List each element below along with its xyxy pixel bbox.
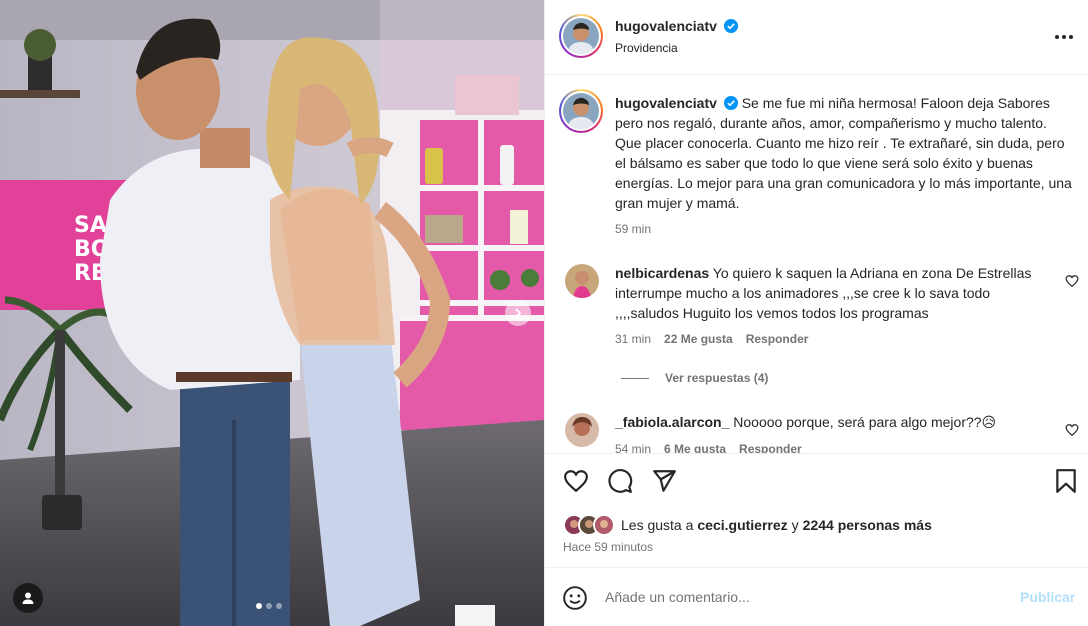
chevron-right-icon — [515, 308, 522, 318]
carousel-dot — [276, 603, 282, 609]
comment-like-heart-icon[interactable] — [1065, 274, 1079, 288]
avatar-image — [563, 93, 599, 129]
reply-button[interactable]: Responder — [746, 332, 809, 346]
view-replies-line — [621, 377, 649, 379]
carousel-dot — [266, 603, 272, 609]
avatar-image — [565, 264, 599, 298]
post-actions: Les gusta a ceci.gutierrez y 2244 person… — [545, 453, 1088, 568]
verified-badge-icon — [723, 19, 738, 33]
post-caption: hugovalenciatv Se me fue mi niña hermosa… — [615, 93, 1075, 213]
comment-likes[interactable]: 6 Me gusta — [664, 442, 726, 453]
likes-joiner: y — [791, 517, 799, 533]
post-sidebar: hugovalenciatv Providencia hugovalenciat… — [544, 0, 1088, 626]
author-username[interactable]: hugovalenciatv — [615, 18, 717, 34]
comment-text: Nooooo porque, será para algo mejor??😥 — [733, 414, 997, 430]
comments-scroll-area[interactable]: hugovalenciatv Se me fue mi niña hermosa… — [545, 76, 1088, 453]
more-options-button[interactable] — [1053, 28, 1075, 46]
comment-meta: 31 min 22 Me gusta Responder — [615, 332, 808, 346]
comment: _fabiola.alarcon_ Nooooo porque, será pa… — [615, 412, 1045, 432]
comment-username[interactable]: nelbicardenas — [615, 265, 709, 281]
heart-icon[interactable] — [563, 468, 589, 494]
carousel-indicator — [256, 603, 282, 609]
verified-badge-icon — [723, 96, 738, 110]
post-header: hugovalenciatv Providencia — [545, 0, 1088, 75]
carousel-dot — [256, 603, 262, 609]
liker-avatars[interactable] — [563, 514, 621, 536]
comment-icon[interactable] — [607, 468, 633, 494]
more-icon — [1055, 35, 1059, 39]
user-tag-icon — [22, 592, 34, 604]
view-replies-button[interactable]: Ver respuestas (4) — [621, 371, 768, 385]
likes-user[interactable]: ceci.gutierrez — [697, 517, 787, 533]
publish-button[interactable]: Publicar — [1020, 589, 1075, 605]
avatar-image — [563, 18, 599, 54]
likes-others[interactable]: 2244 personas más — [803, 517, 932, 533]
reply-button[interactable]: Responder — [739, 442, 802, 453]
send-icon[interactable] — [651, 468, 677, 494]
author-avatar[interactable] — [559, 14, 603, 58]
commenter-avatar[interactable] — [565, 264, 599, 298]
caption-text: Se me fue mi niña hermosa! Faloon deja S… — [615, 95, 1072, 211]
more-icon — [1069, 35, 1073, 39]
comment-likes[interactable]: 22 Me gusta — [664, 332, 733, 346]
avatar-image — [565, 413, 599, 447]
comment-meta: 54 min 6 Me gusta Responder — [615, 442, 802, 453]
comment-time[interactable]: 54 min — [615, 442, 651, 453]
view-replies-label: Ver respuestas (4) — [665, 371, 769, 385]
carousel-next-button[interactable] — [505, 300, 531, 326]
post-location[interactable]: Providencia — [615, 41, 678, 55]
avatar-image — [595, 516, 613, 534]
likes-prefix: Les gusta a — [621, 517, 694, 533]
caption-author-avatar[interactable] — [559, 89, 603, 133]
comment: nelbicardenas Yo quiero k saquen la Adri… — [615, 263, 1045, 323]
comment-input[interactable] — [605, 584, 1005, 610]
comment-like-heart-icon[interactable] — [1065, 423, 1079, 437]
more-icon — [1062, 35, 1066, 39]
post-modal: SA BO RE hugovalenciatv Providencia hugo… — [0, 0, 1088, 626]
emoji-icon[interactable] — [562, 585, 588, 611]
comment-composer: Publicar — [545, 569, 1088, 626]
comment-username[interactable]: _fabiola.alarcon_ — [615, 414, 729, 430]
author-row: hugovalenciatv — [615, 18, 738, 34]
comment-time[interactable]: 31 min — [615, 332, 651, 346]
bookmark-icon[interactable] — [1053, 468, 1079, 494]
post-photo[interactable]: SA BO RE — [0, 0, 544, 626]
commenter-avatar[interactable] — [565, 413, 599, 447]
post-timestamp[interactable]: Hace 59 minutos — [563, 540, 653, 554]
likes-summary: Les gusta a ceci.gutierrez y 2244 person… — [563, 514, 932, 536]
user-tag-button[interactable] — [13, 583, 43, 613]
photo-scene: SA BO RE — [0, 0, 544, 626]
liker-avatar — [593, 514, 615, 536]
caption-time[interactable]: 59 min — [615, 222, 651, 236]
caption-username[interactable]: hugovalenciatv — [615, 95, 717, 111]
